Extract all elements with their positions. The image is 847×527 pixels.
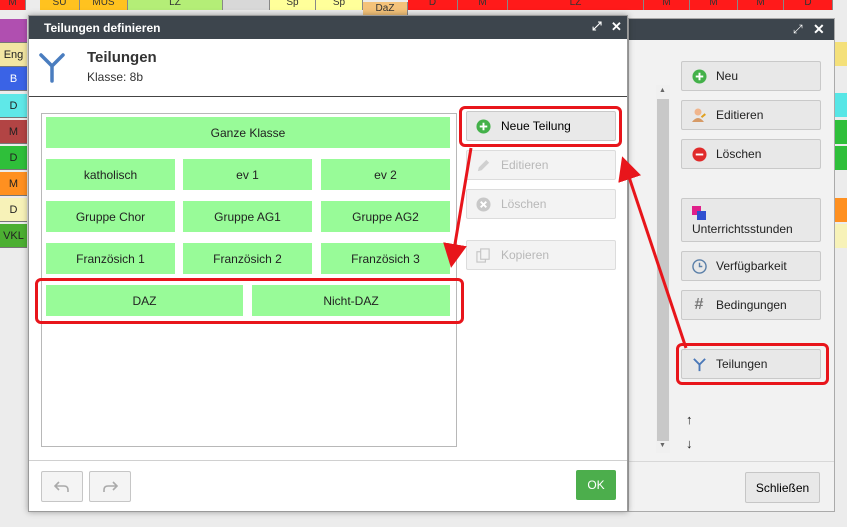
arrow-to-neue-teilung (618, 156, 688, 349)
arrow-to-new-group (443, 147, 473, 268)
annotation-arrows (443, 147, 688, 349)
